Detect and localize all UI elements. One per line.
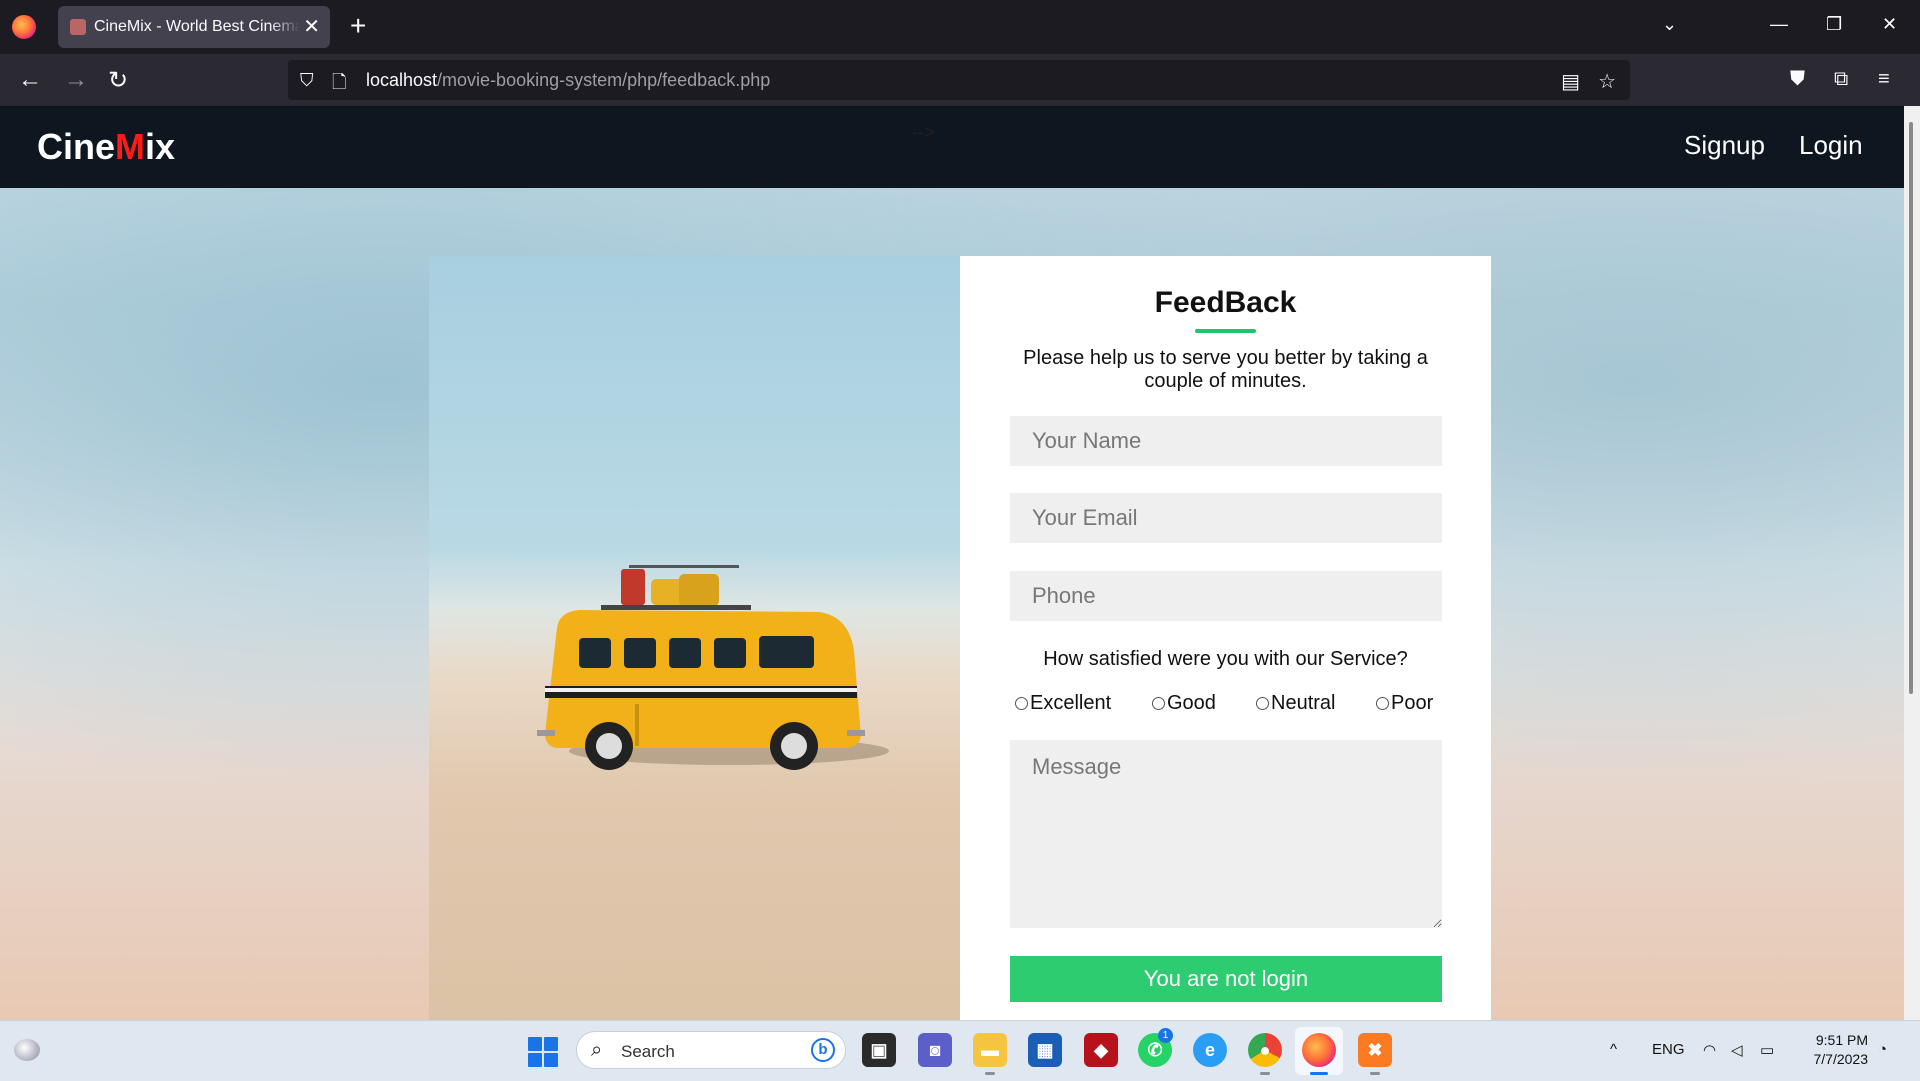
red-app-icon[interactable]: ◆ <box>1084 1033 1118 1067</box>
url-text[interactable]: localhost/movie-booking-system/php/feedb… <box>366 70 770 91</box>
bookmark-star-icon[interactable]: ☆ <box>1598 71 1616 93</box>
notifications-bell-icon[interactable]: ◔ <box>1878 1041 1887 1058</box>
form-title: FeedBack <box>1154 286 1297 319</box>
radio-circle-icon[interactable] <box>1152 697 1165 710</box>
app-running-indicator <box>1370 1072 1380 1075</box>
windows-start-icon[interactable] <box>528 1037 558 1067</box>
radio-label: Good <box>1167 692 1216 714</box>
weather-widget-icon[interactable] <box>14 1039 40 1061</box>
login-link[interactable]: Login <box>1799 130 1863 161</box>
battery-icon[interactable]: ▭ <box>1760 1041 1774 1059</box>
scrollbar-thumb[interactable] <box>1909 122 1913 694</box>
title-underline <box>1195 329 1256 333</box>
radio-label: Excellent <box>1030 692 1112 714</box>
site-header: CineMix --> Signup Login <box>0 106 1904 188</box>
browser-nav-bar: ← → ↻ ⛉ 🗋 localhost/movie-booking-system… <box>0 54 1920 106</box>
edge-icon[interactable]: e <box>1193 1033 1227 1067</box>
volume-icon[interactable]: ◁ <box>1731 1041 1743 1059</box>
radio-good[interactable]: Good <box>1152 692 1216 715</box>
app-running-indicator <box>985 1072 995 1075</box>
url-host: localhost <box>366 70 438 90</box>
radio-label: Poor <box>1391 692 1434 714</box>
submit-button[interactable]: You are not login <box>1010 956 1442 1002</box>
brand-m: M <box>115 126 146 167</box>
app-menu-icon[interactable]: ≡ <box>1878 68 1890 91</box>
new-tab-button[interactable]: + <box>350 10 366 42</box>
brand-cine: Cine <box>37 126 116 167</box>
brand-ix: ix <box>145 126 176 167</box>
xampp-icon[interactable]: ✖ <box>1358 1033 1392 1067</box>
file-explorer-icon[interactable]: ▬ <box>973 1033 1007 1067</box>
radio-circle-icon[interactable] <box>1256 697 1269 710</box>
firefox-logo-icon[interactable] <box>12 15 36 39</box>
address-bar[interactable]: ⛉ 🗋 localhost/movie-booking-system/php/f… <box>288 60 1630 100</box>
taskbar-clock[interactable]: 9:51 PM 7/7/2023 <box>1796 1031 1869 1069</box>
url-path: /movie-booking-system/php/feedback.php <box>437 70 771 90</box>
firefox-taskbar-icon[interactable] <box>1302 1033 1336 1067</box>
microsoft-store-icon[interactable]: ▦ <box>1028 1033 1062 1067</box>
signup-link[interactable]: Signup <box>1684 130 1765 161</box>
radio-label: Neutral <box>1271 692 1336 714</box>
van-photo <box>429 256 960 1020</box>
teams-chat-icon[interactable]: ◙ <box>918 1033 952 1067</box>
restore-window-button[interactable]: ❐ <box>1826 14 1842 35</box>
bing-icon[interactable]: b <box>811 1038 835 1062</box>
whatsapp-badge: 1 <box>1158 1028 1173 1043</box>
radio-excellent[interactable]: Excellent <box>1015 692 1111 715</box>
browser-tab-bar: CineMix - World Best Cinema Experience ✕… <box>0 0 1920 54</box>
site-logo[interactable]: CineMix <box>37 126 175 168</box>
reader-view-icon[interactable]: ▤ <box>1561 71 1580 93</box>
clock-time: 9:51 PM <box>1815 1032 1868 1048</box>
feedback-card: FeedBack Please help us to serve you bet… <box>429 256 1491 1020</box>
tab-title: CineMix - World Best Cinema Experience <box>94 18 300 35</box>
forward-arrow-icon[interactable]: → <box>64 66 88 94</box>
back-arrow-icon[interactable]: ← <box>18 66 42 94</box>
list-all-tabs-chevron-icon[interactable]: ⌄ <box>1662 14 1677 35</box>
browser-tab-cinemix[interactable]: CineMix - World Best Cinema Experience ✕ <box>58 6 330 48</box>
windows-taskbar: ⌕ Search b ▣ ◙ ▬ ▦ ◆ ✆ 1 e ● ✖ ^ ENG ◠ ◁… <box>0 1020 1920 1081</box>
app-active-indicator <box>1310 1072 1328 1075</box>
phone-input[interactable] <box>1010 571 1442 621</box>
page-info-icon[interactable]: 🗋 <box>332 70 346 100</box>
tab-favicon-icon <box>70 19 86 35</box>
address-bar-actions: ▤ ☆ <box>1561 69 1616 94</box>
radio-circle-icon[interactable] <box>1015 697 1028 710</box>
radio-neutral[interactable]: Neutral <box>1256 692 1335 715</box>
reload-icon[interactable]: ↻ <box>108 66 128 95</box>
name-input[interactable] <box>1010 416 1442 466</box>
form-subtitle: Please help us to serve you better by ta… <box>1023 347 1428 392</box>
wifi-icon[interactable]: ◠ <box>1703 1041 1716 1059</box>
search-icon: ⌕ <box>591 1039 603 1061</box>
email-input[interactable] <box>1010 493 1442 543</box>
tab-close-icon[interactable]: ✕ <box>303 14 320 39</box>
message-textarea[interactable] <box>1010 740 1442 928</box>
tray-overflow-chevron-icon[interactable]: ^ <box>1610 1041 1617 1058</box>
clock-date: 7/7/2023 <box>1813 1051 1869 1067</box>
radio-circle-icon[interactable] <box>1376 697 1389 710</box>
page-scrollbar[interactable] <box>1904 106 1920 1020</box>
app-running-indicator <box>1260 1072 1270 1075</box>
close-window-button[interactable]: ✕ <box>1882 14 1897 35</box>
extensions-icon[interactable]: ⧉ <box>1834 68 1848 91</box>
tracking-shield-icon[interactable]: ⛉ <box>300 70 314 91</box>
page-viewport: CineMix --> Signup Login FeedBack Please… <box>0 106 1920 1020</box>
stray-comment-text: --> <box>912 122 935 142</box>
pocket-icon[interactable]: ⛊ <box>1790 68 1805 91</box>
feedback-form: FeedBack Please help us to serve you bet… <box>960 256 1491 1020</box>
task-view-icon[interactable]: ▣ <box>862 1033 896 1067</box>
language-indicator[interactable]: ENG <box>1652 1041 1685 1058</box>
toy-van-illustration <box>537 565 889 770</box>
taskbar-search-box[interactable]: ⌕ Search b <box>576 1031 846 1069</box>
minimize-window-button[interactable]: — <box>1770 14 1788 35</box>
radio-poor[interactable]: Poor <box>1376 692 1433 715</box>
chrome-icon[interactable]: ● <box>1248 1033 1282 1067</box>
satisfaction-question: How satisfied were you with our Service? <box>1043 648 1408 670</box>
search-label: Search <box>621 1042 675 1061</box>
